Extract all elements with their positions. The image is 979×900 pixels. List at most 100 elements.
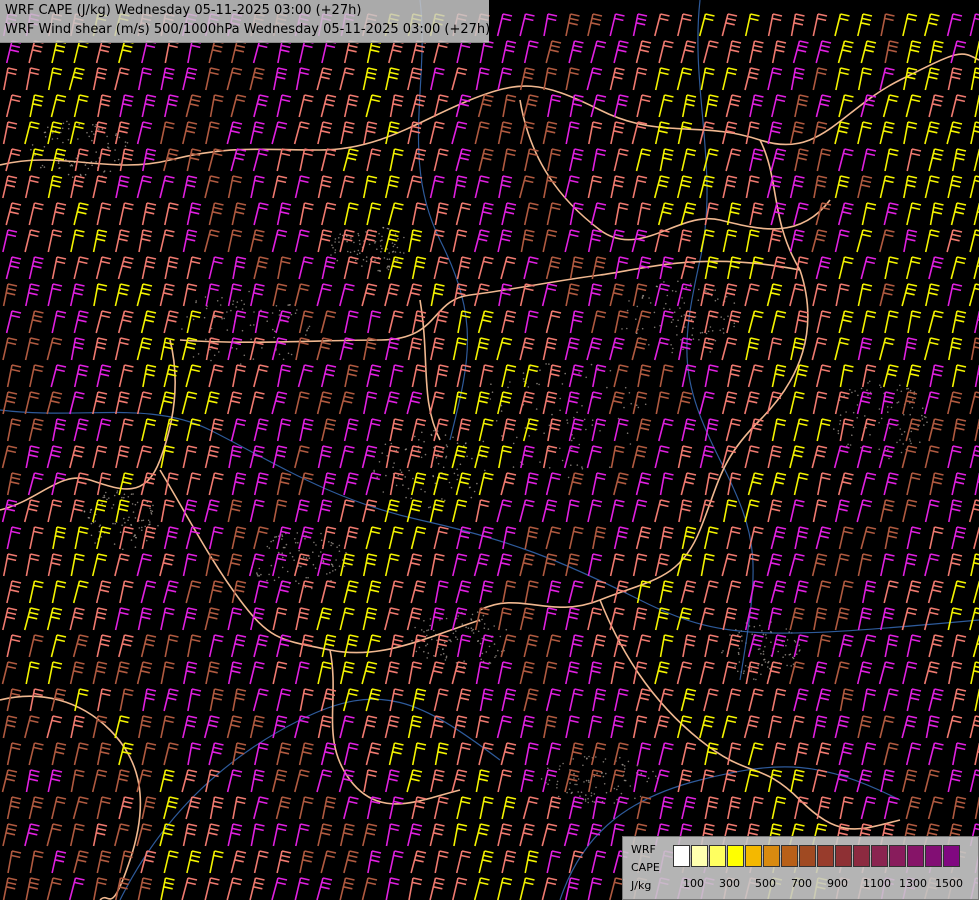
cape-stipple-dot	[56, 137, 59, 140]
cape-stipple-dot	[130, 539, 133, 541]
cape-stipple-dot	[590, 363, 593, 366]
cape-stipple-dot	[505, 628, 508, 631]
cape-stipple-dot	[388, 266, 391, 268]
cape-stipple-dot	[433, 429, 435, 432]
cape-stipple-dot	[195, 301, 197, 304]
cape-stipple-dot	[450, 486, 453, 489]
cape-stipple-dot	[852, 411, 855, 414]
cape-stipple-dot	[84, 173, 87, 176]
cape-stipple-dot	[471, 613, 474, 616]
cape-stipple-dot	[445, 444, 448, 446]
cape-stipple-dot	[766, 666, 769, 668]
cape-stipple-dot	[837, 430, 840, 432]
cape-stipple-dot	[328, 541, 330, 543]
cape-stipple-dot	[466, 455, 468, 458]
cape-stipple-dot	[397, 474, 400, 477]
cape-stipple-dot	[442, 466, 445, 469]
cape-stipple-dot	[577, 791, 579, 793]
cape-stipple-dot	[445, 617, 448, 620]
cape-stipple-dot	[429, 506, 432, 508]
cape-stipple-dot	[753, 625, 756, 628]
cape-stipple-dot	[436, 639, 438, 642]
cape-stipple-dot	[209, 348, 211, 351]
cape-stipple-dot	[109, 170, 112, 173]
cape-stipple-dot	[141, 526, 143, 529]
cape-stipple-dot	[290, 313, 293, 316]
cape-stipple-dot	[902, 443, 904, 445]
cape-stipple-dot	[453, 472, 456, 475]
cape-stipple-dot	[281, 538, 283, 540]
cape-stipple-dot	[869, 434, 871, 436]
cape-stipple-dot	[108, 497, 110, 499]
cape-stipple-dot	[587, 801, 589, 804]
cape-stipple-dot	[490, 383, 492, 386]
cape-stipple-dot	[839, 414, 842, 416]
cape-stipple-dot	[629, 785, 632, 787]
cape-stipple-dot	[378, 461, 381, 463]
cape-stipple-dot	[445, 457, 447, 459]
cape-stipple-dot	[461, 623, 464, 625]
cape-stipple-dot	[99, 524, 101, 526]
cape-stipple-dot	[123, 496, 125, 499]
cape-stipple-dot	[738, 661, 741, 663]
cape-stipple-dot	[452, 436, 454, 439]
cape-stipple-dot	[107, 146, 109, 148]
cape-stipple-dot	[374, 259, 376, 262]
cape-stipple-dot	[285, 543, 288, 546]
cape-stipple-dot	[692, 338, 695, 340]
cape-stipple-dot	[62, 122, 65, 125]
cape-stipple-dot	[332, 565, 334, 568]
cape-stipple-dot	[663, 281, 665, 283]
cape-stipple-dot	[456, 468, 459, 471]
cape-stipple-dot	[338, 550, 341, 552]
cape-stipple-dot	[605, 772, 607, 775]
cape-stipple-dot	[620, 792, 623, 795]
cape-stipple-dot	[404, 448, 407, 451]
cape-stipple-dot	[852, 426, 855, 429]
cape-stipple-dot	[59, 131, 62, 134]
cape-stipple-dot	[548, 363, 550, 365]
cape-stipple-dot	[101, 502, 103, 505]
cape-stipple-dot	[71, 176, 74, 178]
cape-stipple-dot	[768, 667, 771, 670]
cape-stipple-dot	[635, 404, 638, 407]
cape-stipple-dot	[564, 372, 566, 375]
cape-stipple-dot	[240, 299, 243, 302]
cape-stipple-dot	[294, 312, 297, 315]
cape-stipple-dot	[149, 507, 151, 510]
cape-stipple-dot	[672, 319, 674, 321]
cape-stipple-dot	[349, 251, 352, 254]
cape-stipple-dot	[740, 635, 743, 637]
cape-stipple-dot	[528, 435, 530, 437]
cape-stipple-dot	[906, 388, 908, 390]
cape-stipple-dot	[282, 546, 285, 549]
cape-stipple-dot	[602, 775, 605, 778]
cape-stipple-dot	[243, 303, 245, 306]
cape-stipple-dot	[51, 138, 54, 140]
cape-stipple-dot	[124, 521, 126, 524]
cape-stipple-dot	[393, 462, 395, 464]
cape-stipple-dot	[647, 777, 650, 779]
cape-stipple-dot	[286, 570, 289, 573]
cape-stipple-dot	[457, 615, 460, 617]
cape-stipple-dot	[605, 791, 608, 794]
cape-stipple-dot	[57, 162, 60, 164]
cape-stipple-dot	[609, 369, 612, 372]
cape-stipple-dot	[584, 798, 587, 801]
cape-stipple-dot	[424, 491, 426, 493]
cape-stipple-dot	[491, 391, 494, 394]
cape-stipple-dot	[270, 540, 272, 543]
cape-stipple-dot	[545, 363, 547, 365]
cape-stipple-dot	[381, 247, 383, 250]
cape-stipple-dot	[648, 344, 650, 346]
cape-stipple-dot	[628, 300, 630, 302]
cape-stipple-dot	[396, 259, 399, 261]
cape-stipple-dot	[591, 800, 594, 803]
cape-stipple-dot	[469, 486, 471, 489]
cape-stipple-dot	[426, 657, 429, 659]
cape-stipple-dot	[399, 469, 402, 471]
cape-stipple-dot	[98, 128, 100, 130]
cape-stipple-dot	[278, 353, 281, 356]
cape-stipple-dot	[899, 439, 901, 441]
cape-stipple-dot	[543, 432, 545, 435]
